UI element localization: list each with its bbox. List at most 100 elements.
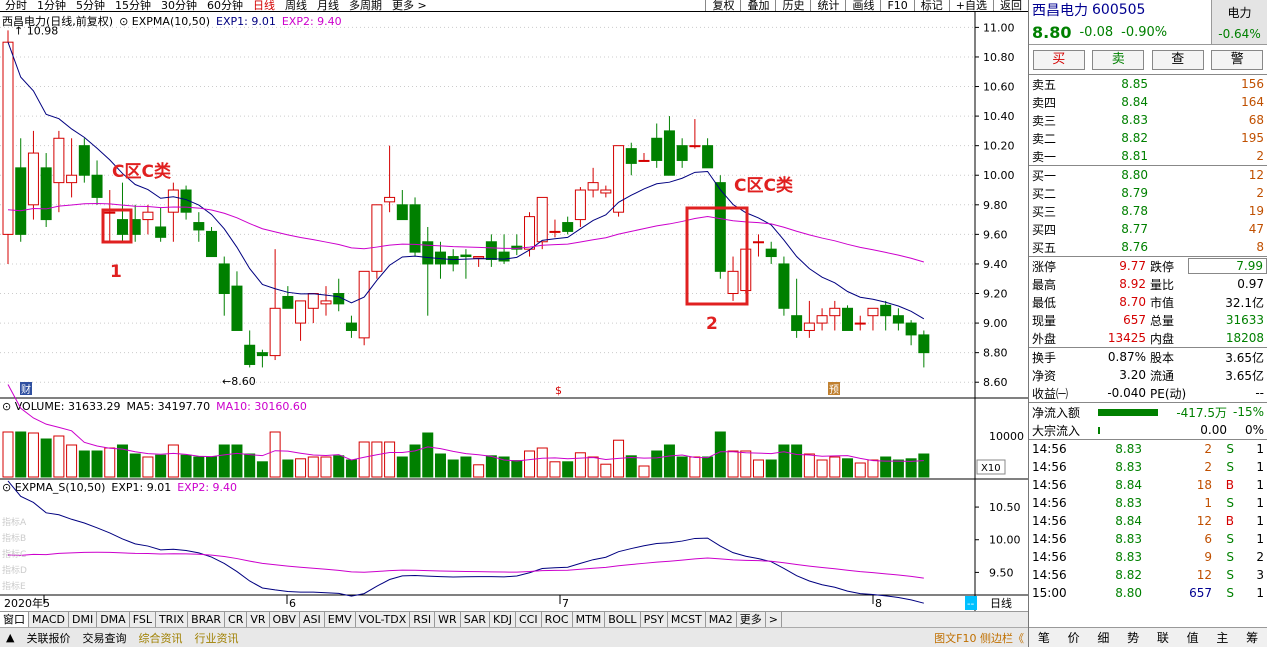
candle <box>345 315 357 338</box>
indicator-tab-9[interactable]: OBV <box>270 612 300 627</box>
indicator-tab-22[interactable]: MCST <box>668 612 706 627</box>
toolbar-button-7[interactable]: +自选 <box>948 0 993 11</box>
period-tab-2[interactable]: 5分钟 <box>71 0 110 11</box>
period-tab-3[interactable]: 15分钟 <box>110 0 156 11</box>
tick-side: B <box>1225 478 1234 492</box>
period-button[interactable]: 日线 <box>990 596 1012 610</box>
candle-body <box>625 148 637 164</box>
indicator-tab-14[interactable]: WR <box>435 612 461 627</box>
toolbar-button-3[interactable]: 统计 <box>810 0 845 11</box>
indicator-tab-24[interactable]: 更多 <box>737 612 766 627</box>
volume-bar <box>40 438 52 478</box>
toolbar-button-4[interactable]: 画线 <box>845 0 880 11</box>
toolbar-button-2[interactable]: 历史 <box>775 0 810 11</box>
status-arrow-icon[interactable]: ▲ <box>0 631 20 644</box>
stats-value-1: 657 <box>1123 313 1146 327</box>
indicator-tab-13[interactable]: RSI <box>410 612 436 627</box>
action-button-2[interactable]: 查 <box>1151 49 1204 70</box>
period-tab-4[interactable]: 30分钟 <box>156 0 202 11</box>
bids-price: 8.80 <box>1121 168 1148 182</box>
stats2-value-1: 3.20 <box>1119 368 1146 382</box>
status-item-2[interactable]: 综合资讯 <box>132 630 188 646</box>
volume-bar <box>485 455 497 478</box>
toolbar-button-5[interactable]: F10 <box>880 0 913 11</box>
period-tab-7[interactable]: 周线 <box>280 0 312 11</box>
period-tab-9[interactable]: 多周期 <box>344 0 387 11</box>
candle <box>244 330 256 368</box>
volume-bar <box>307 456 319 478</box>
period-tab-10[interactable]: 更多 > <box>387 0 432 11</box>
indicator-tab-5[interactable]: TRIX <box>156 612 189 627</box>
period-tab-1[interactable]: 1分钟 <box>32 0 71 11</box>
period-tab-5[interactable]: 60分钟 <box>202 0 248 11</box>
annotation-label-2: C区C类 <box>734 175 794 196</box>
volume-bar <box>447 459 459 478</box>
indicator-tab-6[interactable]: BRAR <box>188 612 226 627</box>
panel-tab-0[interactable]: 笔 <box>1038 629 1050 646</box>
indicator-tab-25[interactable]: > <box>766 612 783 627</box>
sector-box[interactable]: 电力 -0.64% <box>1211 0 1267 44</box>
status-item-0[interactable]: 关联报价 <box>20 630 76 646</box>
bids-price: 8.76 <box>1121 240 1148 254</box>
candle <box>307 293 319 324</box>
indicator-tab-23[interactable]: MA2 <box>706 612 737 627</box>
volume-bar <box>791 444 803 478</box>
panel-tab-3[interactable]: 势 <box>1127 629 1139 646</box>
volume-bar <box>422 432 434 478</box>
panel-tab-7[interactable]: 筹 <box>1246 629 1258 646</box>
action-button-1[interactable]: 卖 <box>1092 49 1145 70</box>
panel-tab-5[interactable]: 值 <box>1187 629 1199 646</box>
indicator-tab-21[interactable]: PSY <box>641 612 668 627</box>
candle-body <box>218 263 230 295</box>
panel-tab-4[interactable]: 联 <box>1157 629 1169 646</box>
sub-left-label-1: 指标B <box>2 532 26 544</box>
indicator-tab-8[interactable]: VR <box>247 612 270 627</box>
asks-price: 8.82 <box>1121 131 1148 145</box>
status-item-1[interactable]: 交易查询 <box>76 630 132 646</box>
indicator-tab-1[interactable]: MACD <box>29 612 69 627</box>
volume-bar <box>587 456 599 478</box>
indicator-tab-3[interactable]: DMA <box>97 612 130 627</box>
x-label-3: 8 <box>875 597 882 610</box>
indicator-tab-20[interactable]: BOLL <box>605 612 641 627</box>
indicator-tab-19[interactable]: MTM <box>573 612 606 627</box>
toolbar-button-6[interactable]: 标记 <box>913 0 949 11</box>
action-button-3[interactable]: 警 <box>1211 49 1264 70</box>
action-button-0[interactable]: 买 <box>1032 49 1085 70</box>
indicator-tab-7[interactable]: CR <box>225 612 248 627</box>
status-item-3[interactable]: 行业资讯 <box>188 630 244 646</box>
candle-body <box>473 256 485 259</box>
volume-bar <box>854 462 866 478</box>
indicator-tab-12[interactable]: VOL-TDX <box>356 612 411 627</box>
period-tab-6[interactable]: 日线 <box>248 0 280 11</box>
indicator-tab-16[interactable]: KDJ <box>490 612 516 627</box>
kline-chart[interactable]: 11.00 10.80 10.60 10.40 10.20 10.00 9.80 9.60 9.… <box>0 12 1028 612</box>
toolbar-button-1[interactable]: 叠加 <box>740 0 775 11</box>
indicator-tab-10[interactable]: ASI <box>300 612 325 627</box>
candle-body <box>447 256 459 265</box>
period-tab-8[interactable]: 月线 <box>312 0 344 11</box>
status-right[interactable]: 图文F10 侧边栏《 <box>928 630 1028 646</box>
dividend-marker[interactable]: $ <box>555 384 562 397</box>
toolbar-button-8[interactable]: 返回 <box>993 0 1028 11</box>
panel-tab-1[interactable]: 价 <box>1068 629 1080 646</box>
indicator-tab-11[interactable]: EMV <box>325 612 356 627</box>
y-tick-label-7: 9.60 <box>983 228 1008 241</box>
tick-volume: 6 <box>1204 532 1212 546</box>
indicator-tab-18[interactable]: ROC <box>542 612 573 627</box>
stats-value-1: 8.70 <box>1119 295 1146 309</box>
indicator-tab-17[interactable]: CCI <box>516 612 542 627</box>
panel-tab-2[interactable]: 细 <box>1097 629 1109 646</box>
candle-body <box>536 196 548 243</box>
indicator-tab-4[interactable]: FSL <box>130 612 156 627</box>
indicator-tab-0[interactable]: 窗口 <box>0 612 29 627</box>
indicator-tab-2[interactable]: DMI <box>69 612 98 627</box>
volume-bar <box>218 444 230 478</box>
panel-tab-6[interactable]: 主 <box>1216 629 1228 646</box>
stats2-row: 净资 3.20 流通 3.65亿 <box>1029 366 1267 384</box>
period-tab-0[interactable]: 分时 <box>0 0 32 11</box>
sub-left-label-2: 指标C <box>2 548 26 560</box>
toolbar-button-0[interactable]: 复权 <box>705 0 740 11</box>
indicator-tab-15[interactable]: SAR <box>461 612 491 627</box>
bids-label: 买三 <box>1032 204 1057 219</box>
